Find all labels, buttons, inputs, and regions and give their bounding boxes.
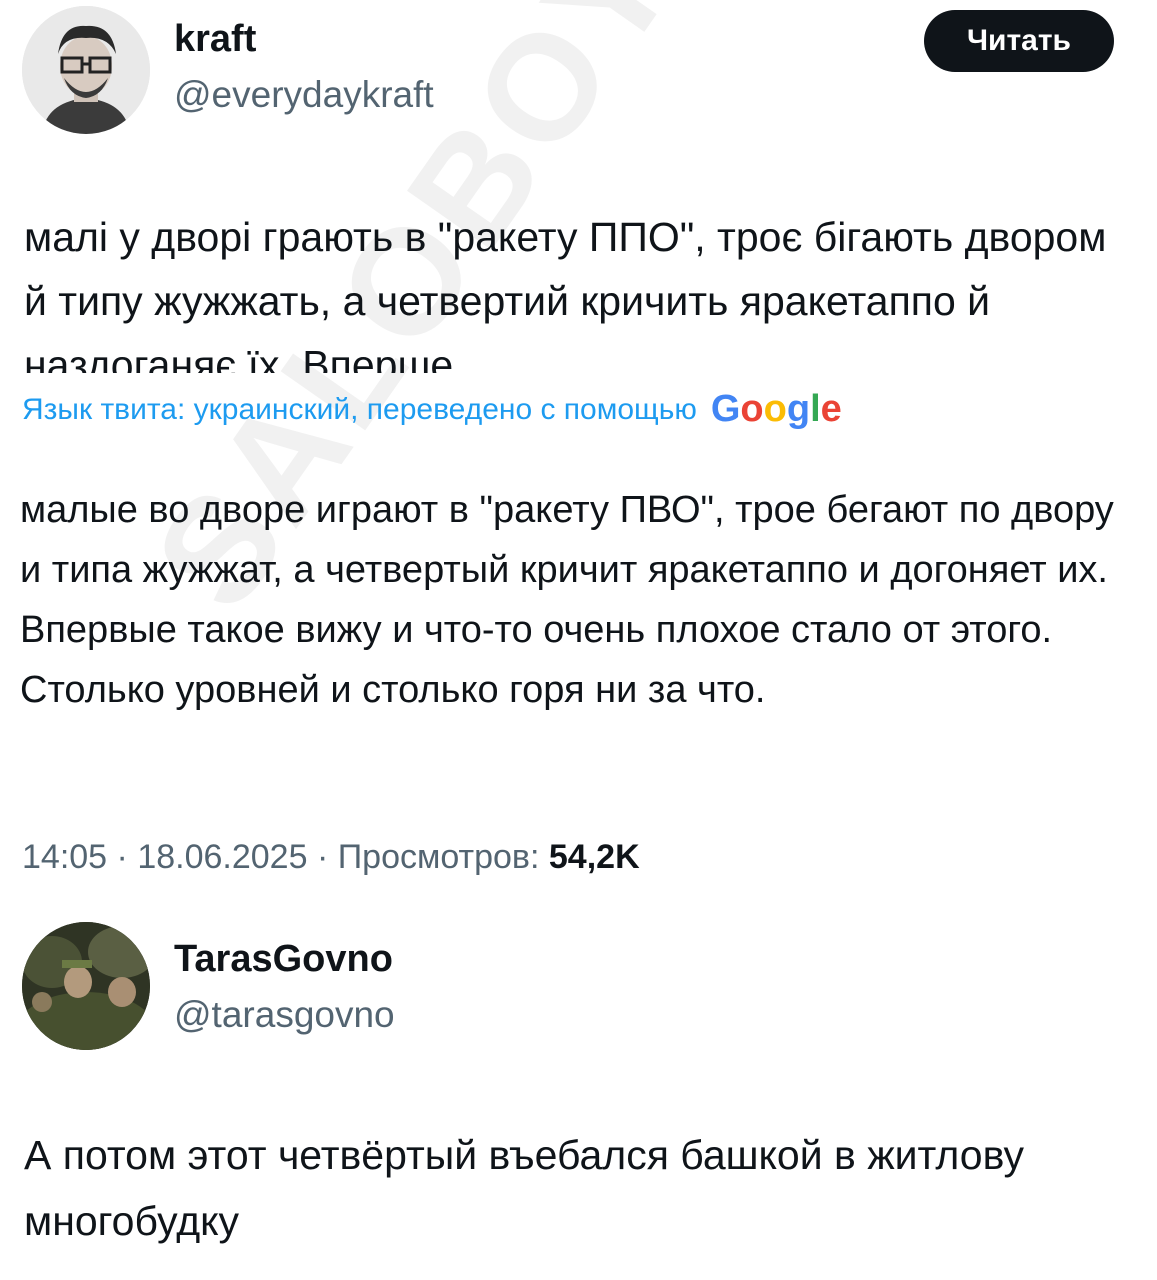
author-handle[interactable]: @everydaykraft — [174, 74, 434, 116]
google-logo: Google — [710, 388, 842, 430]
tweet-translated-text: малые во дворе играют в "ракету ПВО", тр… — [20, 489, 1114, 711]
reply-author-handle[interactable]: @tarasgovno — [174, 994, 395, 1036]
tweet-original-text: малі у дворі грають в "ракету ППО", троє… — [24, 214, 1107, 373]
meta-separator: · — [116, 838, 138, 876]
translation-label: Язык твита: украинский, переведено с пом… — [22, 392, 697, 426]
reply-avatar[interactable] — [22, 922, 150, 1050]
views-count[interactable]: 54,2K — [549, 838, 640, 876]
reply-text: А потом этот четвёртый въебался башкой в… — [24, 1132, 1024, 1244]
follow-button[interactable]: Читать — [924, 10, 1114, 72]
tweet-time[interactable]: 14:05 — [22, 838, 107, 876]
avatar-portrait-icon — [22, 6, 150, 134]
avatar[interactable] — [22, 6, 150, 134]
meta-separator: · — [316, 838, 338, 876]
author-name[interactable]: kraft — [174, 18, 256, 61]
tweet-date[interactable]: 18.06.2025 — [137, 838, 307, 876]
avatar-photo-icon — [22, 922, 150, 1050]
translation-attribution[interactable]: Язык твита: украинский, переведено с пом… — [22, 388, 842, 431]
views-label: Просмотров: — [337, 838, 540, 876]
tweet-meta: 14:05 · 18.06.2025 · Просмотров: 54,2K — [22, 838, 640, 877]
reply-author-name[interactable]: TarasGovno — [174, 938, 393, 981]
